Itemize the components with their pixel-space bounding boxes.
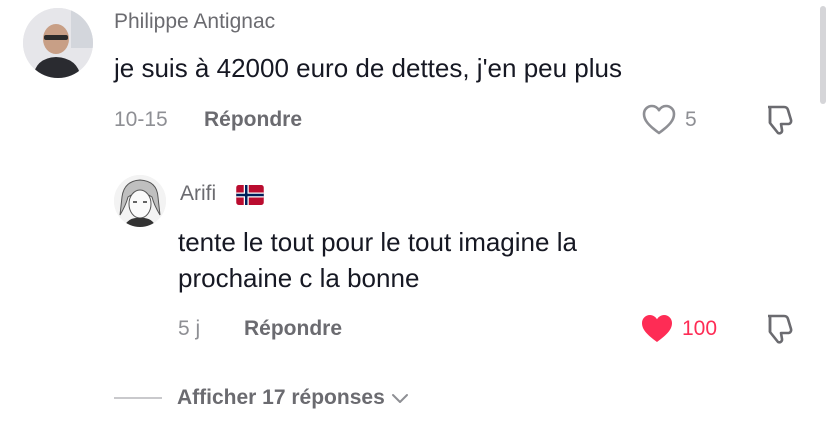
scrollbar[interactable] xyxy=(820,6,826,104)
dislike-icon[interactable] xyxy=(762,312,796,346)
view-replies-button[interactable]: Afficher 17 réponses xyxy=(177,386,409,410)
profile-photo xyxy=(23,8,93,78)
comment-username[interactable]: Philippe Antignac xyxy=(114,10,275,34)
avatar[interactable] xyxy=(23,8,93,78)
like-count: 5 xyxy=(685,108,697,131)
norway-flag-icon xyxy=(236,185,264,205)
avatar[interactable] xyxy=(114,175,166,227)
comment-text-line: prochaine c la bonne xyxy=(178,263,420,293)
chevron-down-icon xyxy=(391,392,409,404)
heart-filled-icon[interactable] xyxy=(640,313,674,345)
like-count: 100 xyxy=(682,317,718,340)
profile-photo xyxy=(114,175,166,227)
comment-date: 5 j xyxy=(178,317,201,340)
dislike-icon[interactable] xyxy=(762,103,796,137)
heart-outline-icon[interactable] xyxy=(642,104,676,136)
comment-text-line: tente le tout pour le tout imagine la xyxy=(178,227,577,257)
comment-text: je suis à 42000 euro de dettes, j'en peu… xyxy=(114,53,622,83)
reply-button[interactable]: Répondre xyxy=(244,317,342,341)
comment-username[interactable]: Arifi xyxy=(180,182,216,206)
comment-date: 10-15 xyxy=(114,108,168,131)
replies-divider xyxy=(114,397,162,399)
view-replies-label: Afficher 17 réponses xyxy=(177,386,385,409)
reply-button[interactable]: Répondre xyxy=(204,108,302,132)
